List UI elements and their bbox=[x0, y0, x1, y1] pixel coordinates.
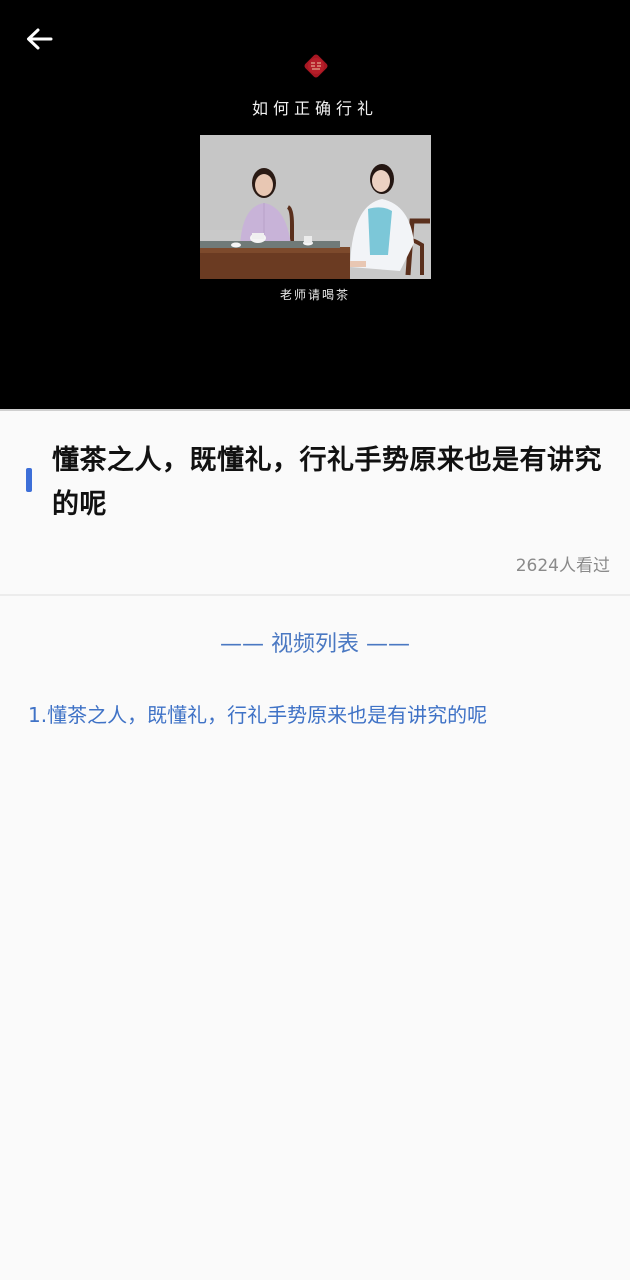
seal-logo bbox=[304, 54, 328, 78]
video-frame bbox=[200, 135, 431, 279]
video-info: 懂茶之人，既懂礼，行礼手势原来也是有讲究的呢 2624人看过 bbox=[0, 411, 630, 594]
view-count: 2624人看过 bbox=[515, 556, 610, 576]
page-title: 懂茶之人，既懂礼，行礼手势原来也是有讲究的呢 bbox=[52, 445, 602, 520]
video-overlay-title: 如何正确行礼 bbox=[251, 99, 378, 118]
section-divider bbox=[0, 594, 630, 596]
title-accent-bar bbox=[26, 468, 32, 492]
back-button[interactable] bbox=[18, 20, 60, 58]
video-player[interactable]: 如何正确行礼 老师请喝茶 bbox=[0, 0, 630, 410]
arrow-left-icon bbox=[27, 28, 53, 50]
video-list-item[interactable]: 1.懂茶之人，既懂礼，行礼手势原来也是有讲究的呢 bbox=[28, 699, 487, 728]
video-subtitle: 老师请喝茶 bbox=[279, 288, 350, 302]
video-list-header: —— 视频列表 —— bbox=[220, 632, 410, 657]
